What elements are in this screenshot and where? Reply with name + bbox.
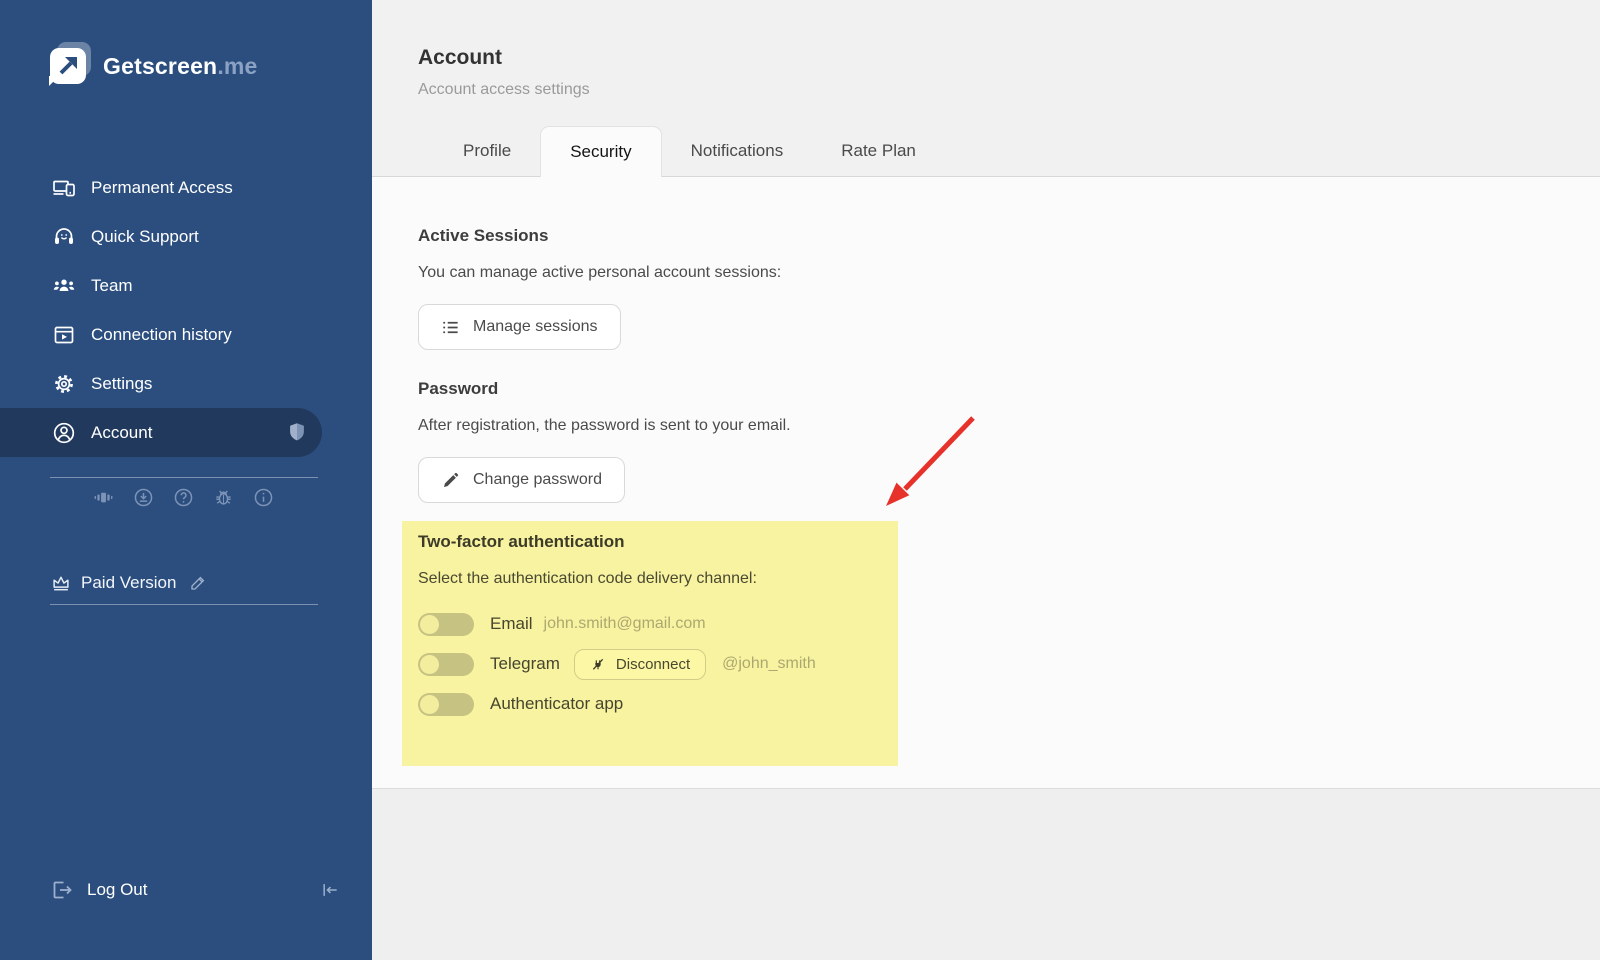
twofactor-title: Two-factor authentication [418,532,1600,552]
tab-profile[interactable]: Profile [434,126,540,176]
devices-icon [52,176,76,200]
sidebar-item-label: Settings [91,374,152,394]
telegram-handle: @john_smith [722,655,816,673]
twofactor-description: Select the authentication code delivery … [418,570,1600,588]
getscreen-logo-icon [50,46,90,86]
telegram-label: Telegram [490,654,560,674]
brand-suffix: .me [217,53,257,79]
active-sessions-description: You can manage active personal account s… [418,264,1600,282]
tfa-row-telegram: Telegram Disconnect @john_smith [418,652,1600,676]
logout-row: Log Out [50,878,340,902]
telegram-toggle[interactable] [418,653,474,676]
password-description: After registration, the password is sent… [418,417,1600,435]
headset-icon [52,225,76,249]
manage-sessions-label: Manage sessions [473,318,598,336]
plan-row: Paid Version [50,572,207,594]
change-password-label: Change password [473,471,602,489]
telegram-disconnect-button[interactable]: Disconnect [574,649,706,680]
bug-icon[interactable] [213,487,234,508]
page-title: Account [418,46,502,70]
manage-sessions-button[interactable]: Manage sessions [418,304,621,350]
sidebar: Getscreen.me Permanent Access Quick Supp… [0,0,372,960]
sidebar-item-label: Permanent Access [91,178,233,198]
list-icon [441,318,460,337]
tab-bar: Profile Security Notifications Rate Plan [372,126,1600,177]
sidebar-item-label: Team [91,276,133,296]
pencil-icon [441,471,460,490]
plan-label: Paid Version [81,573,176,593]
change-password-button[interactable]: Change password [418,457,625,503]
authenticator-toggle[interactable] [418,693,474,716]
email-label: Email [490,614,533,634]
sidebar-item-settings[interactable]: Settings [0,359,372,408]
gear-icon [52,372,76,396]
sidebar-item-quick-support[interactable]: Quick Support [0,212,372,261]
download-circle-icon[interactable] [133,487,154,508]
security-tab-content: Active Sessions You can manage active pe… [372,177,1600,789]
sidebar-divider [50,604,318,605]
tfa-row-authenticator: Authenticator app [418,692,1600,716]
info-circle-icon[interactable] [253,487,274,508]
sidebar-utility-icons [93,487,274,508]
email-toggle[interactable] [418,613,474,636]
password-title: Password [418,379,1600,399]
page-subtitle: Account access settings [418,81,590,99]
brand-name: Getscreen.me [103,53,258,80]
tab-rate-plan[interactable]: Rate Plan [812,126,945,176]
telegram-disconnect-label: Disconnect [616,656,690,673]
help-circle-icon[interactable] [173,487,194,508]
active-sessions-title: Active Sessions [418,226,1600,246]
sidebar-item-permanent-access[interactable]: Permanent Access [0,163,372,212]
sidebar-item-label: Account [91,423,152,443]
user-circle-icon [52,421,76,445]
carousel-icon[interactable] [93,487,114,508]
history-icon [52,323,76,347]
shield-icon [286,421,308,443]
crown-icon [50,572,72,594]
plug-disconnect-icon [590,656,606,672]
sidebar-item-team[interactable]: Team [0,261,372,310]
brand-logo[interactable]: Getscreen.me [50,46,258,86]
team-icon [52,274,76,298]
logout-icon [50,878,74,902]
sidebar-item-connection-history[interactable]: Connection history [0,310,372,359]
sidebar-nav: Permanent Access Quick Support Team Conn… [0,163,372,457]
logout-button[interactable]: Log Out [87,880,148,900]
main-header: Account Account access settings [372,0,1600,126]
sidebar-item-account[interactable]: Account [0,408,322,457]
tfa-row-email: Email john.smith@gmail.com [418,612,1600,636]
tab-notifications[interactable]: Notifications [662,126,813,176]
sidebar-item-label: Quick Support [91,227,199,247]
sidebar-item-label: Connection history [91,325,232,345]
authenticator-label: Authenticator app [490,694,623,714]
sidebar-divider [50,477,318,478]
collapse-sidebar-icon[interactable] [320,880,340,900]
pencil-icon[interactable] [189,574,207,592]
email-value: john.smith@gmail.com [544,615,706,633]
tab-security[interactable]: Security [540,126,661,177]
